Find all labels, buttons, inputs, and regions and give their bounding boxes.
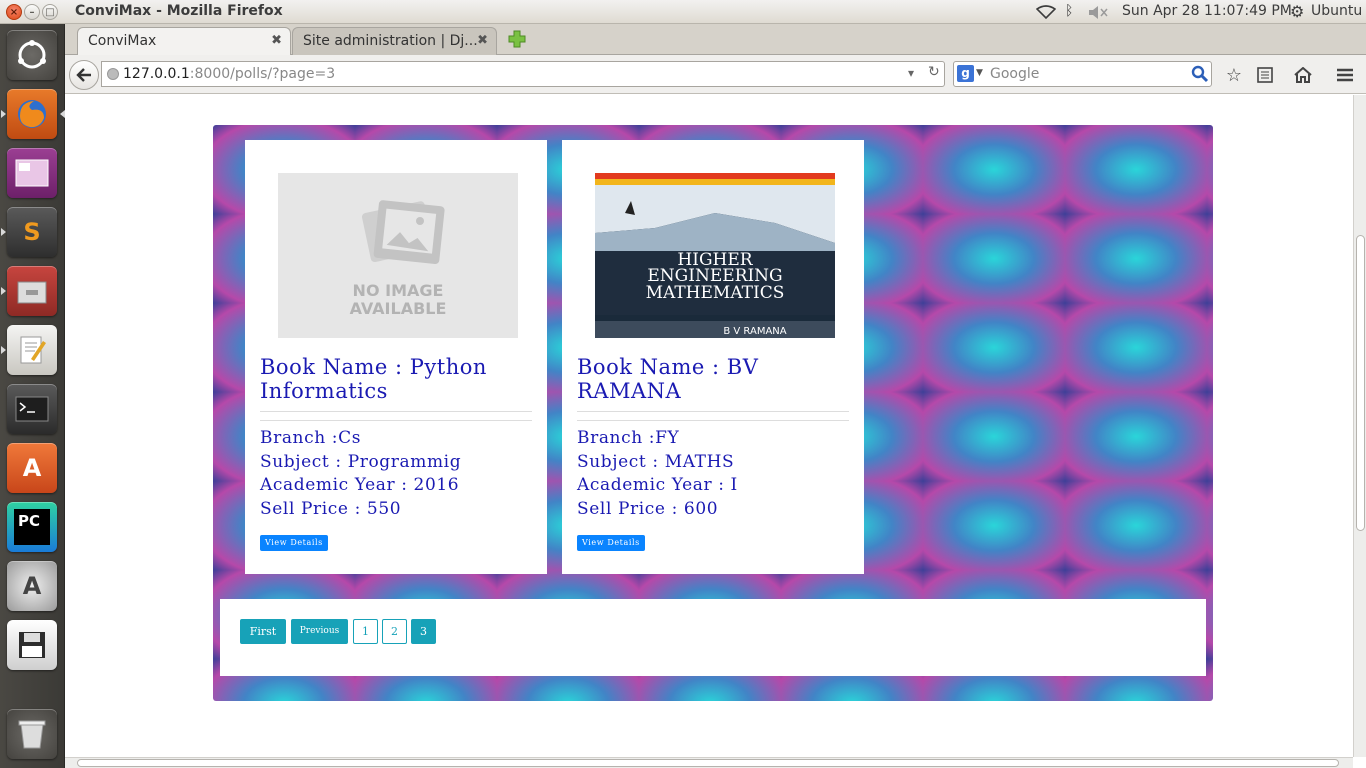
tab-label: ConviMax: [88, 33, 157, 49]
page-1-button[interactable]: 1: [353, 619, 378, 644]
text-editor-icon[interactable]: [7, 325, 57, 375]
sublime-text-icon[interactable]: S: [7, 207, 57, 257]
tab-convimax[interactable]: ConviMax ✖: [77, 27, 291, 55]
horizontal-scrollbar[interactable]: [65, 757, 1353, 768]
book-subject: Subject : Programmig: [260, 451, 462, 472]
clock[interactable]: Sun Apr 28 11:07:49 PM: [1122, 3, 1292, 19]
placeholder-text-1: NO IMAGE: [353, 281, 444, 300]
book-card: NO IMAGE AVAILABLE Book Name : Python In…: [245, 140, 547, 574]
bluetooth-icon[interactable]: ᛒ: [1065, 3, 1073, 19]
close-tab-icon[interactable]: ✖: [477, 33, 488, 48]
book-meta: Branch :Cs Subject : Programmig Academic…: [260, 427, 461, 521]
new-tab-plus-icon[interactable]: [508, 30, 526, 48]
site-identity-icon[interactable]: [107, 68, 119, 80]
book-branch: Branch :Cs: [260, 428, 362, 448]
launcher: S A PC A: [0, 24, 65, 768]
scroll-thumb[interactable]: [77, 759, 1339, 767]
url-bar[interactable]: 127.0.0.1:8000/polls/?page=3 ▾ ↻: [101, 61, 945, 87]
volume-muted-icon[interactable]: [1088, 6, 1108, 19]
url-host: 127.0.0.1: [123, 66, 190, 82]
search-icon[interactable]: [1191, 65, 1209, 83]
placeholder-text-2: AVAILABLE: [350, 299, 447, 318]
engine-dropdown-icon[interactable]: ▼: [976, 68, 983, 78]
dash-home-icon[interactable]: [7, 30, 57, 80]
divider: [577, 420, 849, 421]
bookmark-star-icon[interactable]: ☆: [1223, 64, 1245, 86]
back-button[interactable]: [69, 60, 99, 90]
view-details-button[interactable]: View Details: [260, 535, 328, 551]
page-viewport: NO IMAGE AVAILABLE Book Name : Python In…: [65, 95, 1353, 757]
page-2-button[interactable]: 2: [382, 619, 407, 644]
book-price: Sell Price : 550: [260, 498, 402, 519]
search-bar[interactable]: g ▼ Google: [953, 61, 1212, 87]
page-3-button[interactable]: 3: [411, 619, 436, 644]
menu-icon[interactable]: [1334, 64, 1356, 86]
terminal-icon[interactable]: [7, 384, 57, 434]
google-engine-icon[interactable]: g: [957, 65, 974, 82]
window-close-button[interactable]: ×: [6, 4, 22, 20]
firefox-launcher-icon[interactable]: [7, 89, 57, 139]
home-icon[interactable]: [1292, 64, 1314, 86]
first-page-button[interactable]: First: [240, 619, 286, 644]
software-center-icon[interactable]: A: [7, 443, 57, 493]
software-updater-icon[interactable]: A: [7, 561, 57, 611]
file-manager-icon[interactable]: [7, 266, 57, 316]
divider: [260, 411, 532, 412]
window-title: ConviMax - Mozilla Firefox: [75, 3, 283, 19]
book-branch: Branch :FY: [577, 428, 680, 448]
cover-author: B V RAMANA: [723, 326, 786, 337]
scroll-thumb[interactable]: [1356, 235, 1365, 531]
book-subject: Subject : MATHS: [577, 451, 735, 472]
tab-label: Site administration | Dj...: [303, 33, 478, 49]
navigation-toolbar: 127.0.0.1:8000/polls/?page=3 ▾ ↻ g ▼ Goo…: [65, 55, 1366, 94]
view-details-button[interactable]: View Details: [577, 535, 645, 551]
tab-site-administration[interactable]: Site administration | Dj... ✖: [292, 27, 497, 55]
cover-text-3: MATHEMATICS: [646, 283, 785, 303]
session-gear-icon[interactable]: ⚙: [1290, 2, 1304, 21]
book-year: Academic Year : 2016: [260, 475, 460, 495]
close-tab-icon[interactable]: ✖: [271, 33, 282, 48]
book-title: Book Name : Python Informatics: [260, 355, 487, 403]
book-card: HIGHER ENGINEERING MATHEMATICS B V RAMAN…: [562, 140, 864, 574]
book-cover-image: HIGHER ENGINEERING MATHEMATICS B V RAMAN…: [595, 173, 835, 338]
search-placeholder: Google: [990, 66, 1040, 82]
vertical-scrollbar[interactable]: [1353, 95, 1366, 757]
window-minimize-button[interactable]: –: [24, 4, 40, 20]
previous-page-button[interactable]: Previous: [291, 619, 348, 644]
divider: [577, 411, 849, 412]
workspace-switcher-icon[interactable]: [7, 148, 57, 198]
books-panel: NO IMAGE AVAILABLE Book Name : Python In…: [213, 125, 1213, 701]
wifi-icon[interactable]: [1036, 5, 1056, 19]
url-path: :8000/polls/?page=3: [189, 66, 336, 82]
bookmarks-menu-icon[interactable]: [1254, 64, 1276, 86]
window-maximize-button[interactable]: □: [42, 4, 58, 20]
book-price: Sell Price : 600: [577, 498, 719, 519]
divider: [260, 420, 532, 421]
pycharm-icon[interactable]: PC: [7, 502, 57, 552]
book-title: Book Name : BV RAMANA: [577, 355, 759, 403]
back-arrow-icon: [76, 68, 91, 82]
session-user[interactable]: Ubuntu: [1311, 3, 1362, 19]
pagination: First Previous 1 2 3: [220, 599, 1206, 676]
url-dropdown-icon[interactable]: ▾: [908, 66, 914, 80]
trash-icon[interactable]: [7, 709, 57, 759]
top-panel: × – □ ConviMax - Mozilla Firefox ᛒ Sun A…: [0, 0, 1366, 24]
book-meta: Branch :FY Subject : MATHS Academic Year…: [577, 427, 738, 521]
no-image-placeholder: NO IMAGE AVAILABLE: [278, 173, 518, 338]
save-drive-icon[interactable]: [7, 620, 57, 670]
reload-icon[interactable]: ↻: [928, 64, 940, 80]
firefox-window: ConviMax ✖ Site administration | Dj... ✖…: [65, 24, 1366, 768]
book-year: Academic Year : I: [577, 475, 738, 495]
tab-strip: ConviMax ✖ Site administration | Dj... ✖: [65, 24, 1366, 55]
